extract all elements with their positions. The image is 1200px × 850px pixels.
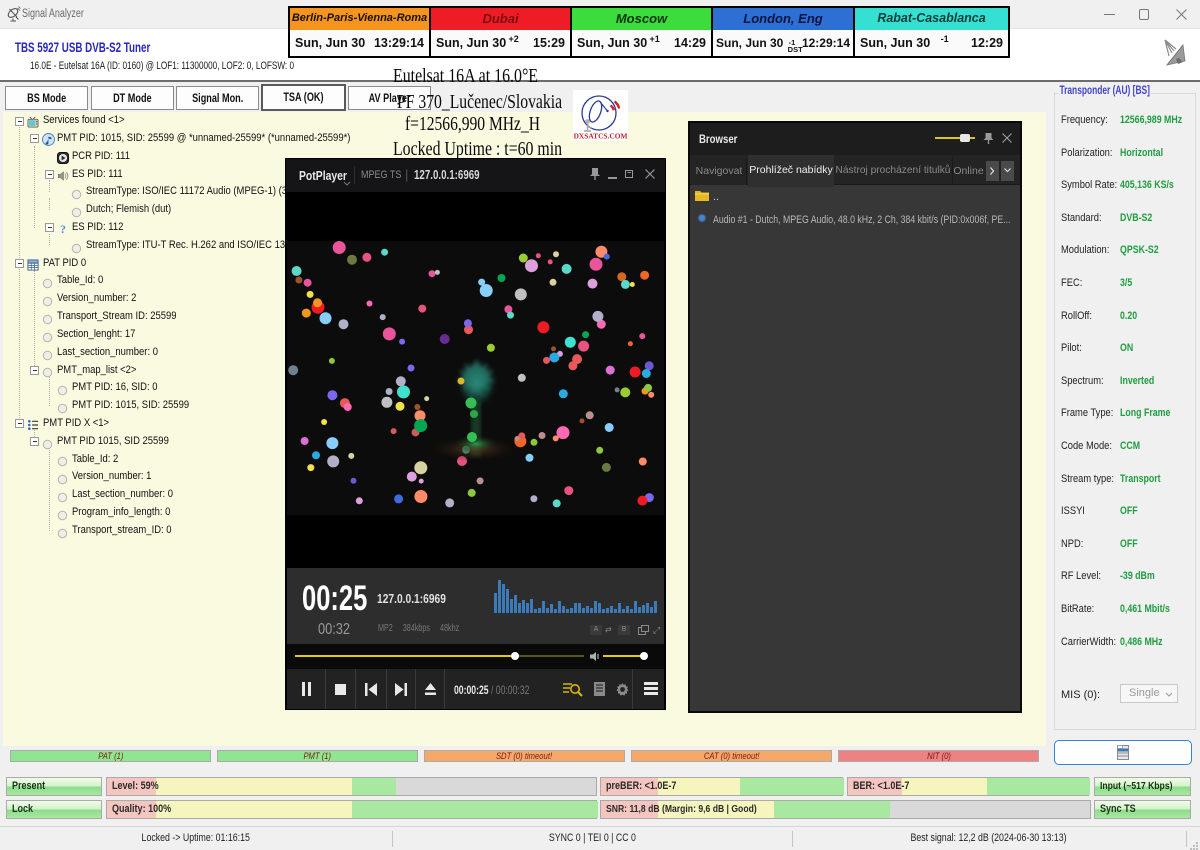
svg-text:?: ? [60, 222, 66, 235]
svg-text:DXSATCS.COM: DXSATCS.COM [574, 132, 628, 141]
